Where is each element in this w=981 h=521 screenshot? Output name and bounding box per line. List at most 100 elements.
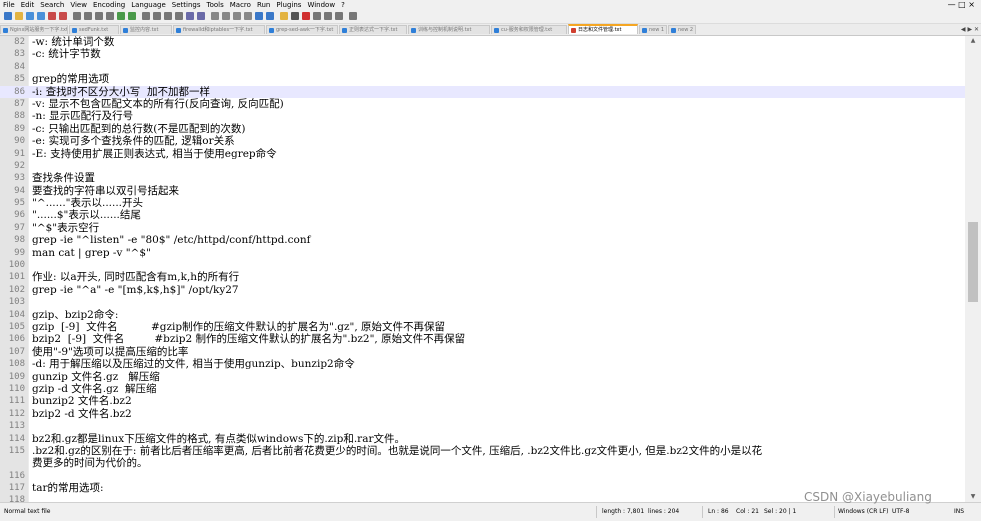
save-macro-icon[interactable] bbox=[349, 12, 357, 20]
editor-line[interactable]: 106 bzip2 [-9] 文件名 #bzip2 制作的压缩文件默认的扩展名为"… bbox=[0, 333, 965, 345]
editor-line[interactable]: 89 -c: 只输出匹配到的总行数(不是匹配到的次数) bbox=[0, 123, 965, 135]
close-icon[interactable] bbox=[48, 12, 56, 20]
play-macro-icon[interactable] bbox=[324, 12, 332, 20]
editor-line[interactable]: 费更多的时间为代价的。 bbox=[0, 457, 965, 469]
editor-line[interactable]: 90 -e: 实现可多个查找条件的匹配, 逻辑or关系 bbox=[0, 135, 965, 147]
tab-8[interactable]: 日志和文件管理.txt bbox=[568, 24, 638, 34]
tab-10[interactable]: new 2 bbox=[668, 25, 696, 34]
menu-macro[interactable]: Macro bbox=[227, 0, 254, 10]
editor-line[interactable]: 83 -c: 统计字节数 bbox=[0, 48, 965, 60]
editor-line[interactable]: 99 man cat | grep -v "^$" bbox=[0, 247, 965, 259]
menu-help[interactable]: ? bbox=[338, 0, 348, 10]
editor-line[interactable]: 110 gzip -d 文件名.gz 解压缩 bbox=[0, 383, 965, 395]
menu-search[interactable]: Search bbox=[37, 0, 67, 10]
editor-line[interactable]: 111 bunzip2 文件名.bz2 bbox=[0, 395, 965, 407]
monitor-icon[interactable] bbox=[291, 12, 299, 20]
word-wrap-icon[interactable] bbox=[211, 12, 219, 20]
indent-guide-icon[interactable] bbox=[233, 12, 241, 20]
open-file-icon[interactable] bbox=[15, 12, 23, 20]
menu-run[interactable]: Run bbox=[254, 0, 273, 10]
editor-line[interactable]: 103 bbox=[0, 296, 965, 308]
menu-edit[interactable]: Edit bbox=[18, 0, 38, 10]
close-all-icon[interactable] bbox=[59, 12, 67, 20]
paste-icon[interactable] bbox=[106, 12, 114, 20]
menu-tools[interactable]: Tools bbox=[204, 0, 227, 10]
show-all-chars-icon[interactable] bbox=[222, 12, 230, 20]
menu-language[interactable]: Language bbox=[128, 0, 169, 10]
save-icon[interactable] bbox=[26, 12, 34, 20]
editor-line[interactable]: 82 -w: 统计单词个数 bbox=[0, 36, 965, 48]
cut-icon[interactable] bbox=[84, 12, 92, 20]
tab-0[interactable]: Nginx网站服务一下字.txt bbox=[0, 25, 68, 34]
menu-window[interactable]: Window bbox=[304, 0, 338, 10]
copy-icon[interactable] bbox=[95, 12, 103, 20]
editor-line[interactable]: 98 grep -ie "^listen" -e "80$" /etc/httpd… bbox=[0, 234, 965, 246]
record-macro-icon[interactable] bbox=[302, 12, 310, 20]
sync-scroll-v-icon[interactable] bbox=[186, 12, 194, 20]
redo-icon[interactable] bbox=[128, 12, 136, 20]
editor-line[interactable]: 94 要查找的字符串以双引号括起来 bbox=[0, 185, 965, 197]
editor-line[interactable]: 102 grep -ie "^a" -e "[m$,k$,h$]" /opt/ky… bbox=[0, 284, 965, 296]
function-list-icon[interactable] bbox=[266, 12, 274, 20]
editor-line[interactable]: 85 grep的常用选项 bbox=[0, 73, 965, 85]
tab-2[interactable]: 监控内容.txt bbox=[120, 25, 172, 34]
print-icon[interactable] bbox=[73, 12, 81, 20]
editor-line[interactable]: 88 -n: 显示匹配行及行号 bbox=[0, 110, 965, 122]
editor-line[interactable]: 100 bbox=[0, 259, 965, 271]
new-file-icon[interactable] bbox=[4, 12, 12, 20]
editor-line[interactable]: 109 gunzip 文件名.gz 解压缩 bbox=[0, 371, 965, 383]
editor-line[interactable]: 101 作业: 以a开头, 同时匹配含有m,k,h的所有行 bbox=[0, 271, 965, 283]
menu-view[interactable]: View bbox=[67, 0, 90, 10]
editor-line[interactable]: 113 bbox=[0, 420, 965, 432]
folder-workspace-icon[interactable] bbox=[280, 12, 288, 20]
editor-line[interactable]: 108 -d: 用于解压缩以及压缩过的文件, 相当于使用gunzip、bunzip… bbox=[0, 358, 965, 370]
zoom-in-icon[interactable] bbox=[164, 12, 172, 20]
tab-1[interactable]: sedFunk.txt bbox=[69, 25, 119, 34]
editor-line[interactable]: 104 gzip、bzip2命令: bbox=[0, 309, 965, 321]
window-controls[interactable]: — □ × bbox=[948, 0, 975, 10]
sync-scroll-h-icon[interactable] bbox=[197, 12, 205, 20]
editor-line[interactable]: 92 bbox=[0, 160, 965, 172]
tab-4[interactable]: grep-sed-awk一下字.txt bbox=[266, 25, 338, 34]
zoom-out-icon[interactable] bbox=[175, 12, 183, 20]
vertical-scrollbar[interactable]: ▲ ▼ bbox=[965, 36, 981, 502]
scroll-down-icon[interactable]: ▼ bbox=[965, 492, 981, 502]
scrollbar-thumb[interactable] bbox=[968, 222, 978, 302]
editor-line[interactable]: 112 bzip2 -d 文件名.bz2 bbox=[0, 408, 965, 420]
tab-6[interactable]: 训练与控制机制说明.txt bbox=[408, 25, 490, 34]
menu-file[interactable]: File bbox=[0, 0, 18, 10]
tab-7[interactable]: cu-服务和权限管理.txt bbox=[491, 25, 567, 34]
menu-encoding[interactable]: Encoding bbox=[90, 0, 128, 10]
tab-9[interactable]: new 1 bbox=[639, 25, 667, 34]
find-icon[interactable] bbox=[142, 12, 150, 20]
editor-line[interactable]: 107 使用"-9"选项可以提高压缩的比率 bbox=[0, 346, 965, 358]
language-icon[interactable] bbox=[244, 12, 252, 20]
editor-line[interactable]: 114 bz2和.gz都是linux下压缩文件的格式, 有点类似windows下的… bbox=[0, 433, 965, 445]
menu-plugins[interactable]: Plugins bbox=[273, 0, 304, 10]
status-eol[interactable]: Windows (CR LF) bbox=[838, 503, 888, 521]
editor-line[interactable]: 95 "^......"表示以......开头 bbox=[0, 197, 965, 209]
editor-line[interactable]: 116 bbox=[0, 470, 965, 482]
editor-line[interactable]: 105 gzip [-9] 文件名 #gzip制作的压缩文件默认的扩展名为".gz… bbox=[0, 321, 965, 333]
editor-line[interactable]: 86 -i: 查找时不区分大小写 加不加都一样 bbox=[0, 85, 965, 98]
editor-area[interactable]: 82 -w: 统计单词个数 83 -c: 统计字节数 84 85 grep的常用选项 86 -i… bbox=[0, 36, 965, 502]
editor-line[interactable]: 115 .bz2和.gz的区别在于: 前者比后者压缩率更高, 后者比前者花费更少的… bbox=[0, 445, 965, 457]
tab-5[interactable]: 正则表达式一下字.txt bbox=[339, 25, 407, 34]
editor-line[interactable]: 93 查找条件设置 bbox=[0, 172, 965, 184]
editor-line[interactable]: 97 "^$"表示空行 bbox=[0, 222, 965, 234]
editor-line[interactable]: 87 -v: 显示不包含匹配文本的所有行(反向查询, 反向匹配) bbox=[0, 98, 965, 110]
menu-settings[interactable]: Settings bbox=[169, 0, 204, 10]
status-encoding[interactable]: UTF-8 bbox=[892, 503, 910, 521]
editor-line[interactable]: 84 bbox=[0, 61, 965, 73]
status-insert-mode[interactable]: INS bbox=[954, 503, 964, 521]
editor-line[interactable]: 96 "......$"表示以......结尾 bbox=[0, 209, 965, 221]
save-all-icon[interactable] bbox=[37, 12, 45, 20]
run-macro-multiple-icon[interactable] bbox=[335, 12, 343, 20]
tab-3[interactable]: firewalld和iptables一下字.txt bbox=[173, 25, 265, 34]
tab-nav-controls[interactable]: ◀ ▶ ✕ bbox=[961, 25, 979, 34]
replace-icon[interactable] bbox=[153, 12, 161, 20]
editor-line[interactable]: 91 -E: 支持使用扩展正则表达式, 相当于使用egrep命令 bbox=[0, 148, 965, 160]
doc-map-icon[interactable] bbox=[255, 12, 263, 20]
stop-macro-icon[interactable] bbox=[313, 12, 321, 20]
scroll-up-icon[interactable]: ▲ bbox=[965, 36, 981, 46]
